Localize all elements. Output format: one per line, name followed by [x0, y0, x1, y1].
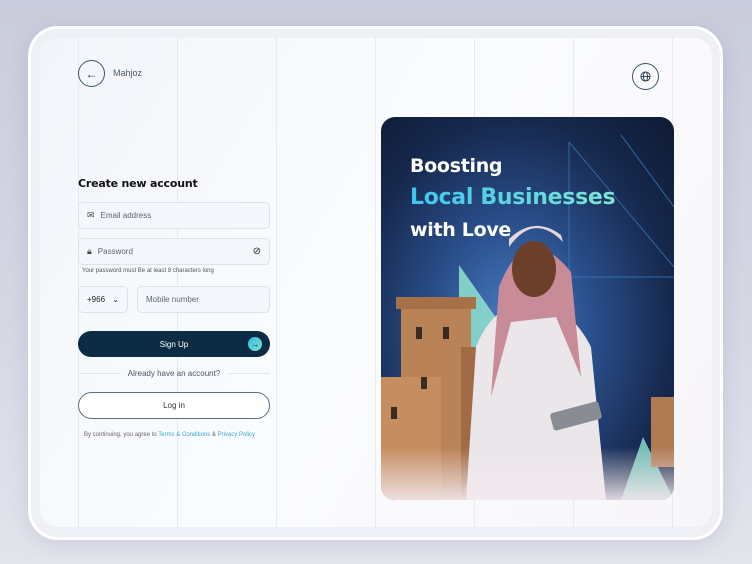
- privacy-link[interactable]: Privacy Policy: [218, 432, 255, 438]
- arrow-right-icon: →: [248, 337, 262, 351]
- already-text: Already have an account?: [127, 369, 221, 378]
- login-button[interactable]: Log in: [78, 392, 270, 419]
- terms-link[interactable]: Terms & Conditions: [158, 432, 210, 438]
- brand-name: Mahjoz: [113, 68, 143, 78]
- email-field[interactable]: ✉ Email address: [78, 202, 270, 229]
- page-title: Create new account: [78, 177, 198, 190]
- back-button[interactable]: ←: [78, 60, 105, 87]
- email-placeholder: Email address: [100, 211, 152, 220]
- country-code-select[interactable]: +966 ⌄: [78, 286, 128, 313]
- arrow-left-icon: ←: [85, 66, 98, 81]
- globe-icon: [640, 71, 651, 82]
- country-code: +966: [87, 295, 106, 304]
- eye-off-icon[interactable]: ⊘: [253, 246, 261, 257]
- terms-and: &: [211, 432, 216, 438]
- signup-button[interactable]: Sign Up →: [78, 331, 270, 357]
- mail-icon: ✉: [87, 210, 95, 220]
- divider: Already have an account?: [78, 369, 271, 378]
- hero-line-1: Boosting: [410, 155, 503, 177]
- chevron-down-icon: ⌄: [112, 295, 119, 304]
- mobile-placeholder: Mobile number: [146, 295, 199, 304]
- password-field[interactable]: 🔒︎ Password ⊘: [78, 238, 270, 265]
- hero-line-3: with Love: [410, 219, 512, 241]
- hero-card: Boosting Local Businesses with Love: [381, 117, 674, 500]
- password-placeholder: Password: [97, 247, 133, 256]
- password-hint: Your password must Be at least 8 charact…: [82, 268, 214, 274]
- login-label: Log in: [163, 401, 185, 410]
- language-button[interactable]: [632, 63, 659, 90]
- signup-label: Sign Up: [159, 339, 189, 349]
- mobile-field[interactable]: Mobile number: [137, 286, 270, 313]
- hero-line-2: Local Businesses: [410, 185, 616, 210]
- lock-icon: 🔒︎: [87, 246, 92, 256]
- terms-text: By continuing, you agree to Terms & Cond…: [84, 432, 255, 438]
- terms-prefix: By continuing, you agree to: [84, 432, 157, 438]
